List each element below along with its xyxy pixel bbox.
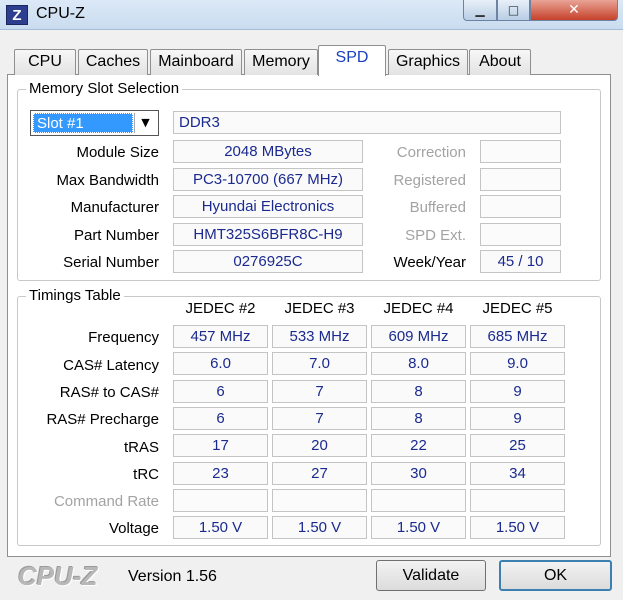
spd-ext-value xyxy=(480,223,561,246)
frequency-jedec-5: 685 MHz xyxy=(470,325,565,348)
voltage-jedec-2: 1.50 V xyxy=(173,516,268,539)
tras-jedec-2: 17 xyxy=(173,434,268,457)
week-year-label: Week/Year xyxy=(393,254,466,271)
tras-label: tRAS xyxy=(123,439,159,456)
tras-jedec-3: 20 xyxy=(272,434,367,457)
command-rate-jedec-3 xyxy=(272,489,367,512)
buffered-value xyxy=(480,195,561,218)
timings-table-title: Timings Table xyxy=(26,287,124,304)
ras-to-cas-label: RAS# to CAS# xyxy=(59,384,159,401)
memory-type-field: DDR3 xyxy=(173,111,561,134)
command-rate-jedec-2 xyxy=(173,489,268,512)
trc-jedec-5: 34 xyxy=(470,462,565,485)
command-rate-jedec-4 xyxy=(371,489,466,512)
slot-selected-value: Slot #1 xyxy=(33,113,133,133)
correction-value xyxy=(480,140,561,163)
version-label: Version 1.56 xyxy=(128,568,217,585)
registered-value xyxy=(480,168,561,191)
module-size-value: 2048 MBytes xyxy=(173,140,363,163)
frequency-jedec-2: 457 MHz xyxy=(173,325,268,348)
voltage-jedec-5: 1.50 V xyxy=(470,516,565,539)
tab-mainboard[interactable]: Mainboard xyxy=(150,49,242,75)
part-number-label: Part Number xyxy=(73,227,159,244)
tras-jedec-5: 25 xyxy=(470,434,565,457)
max-bandwidth-label: Max Bandwidth xyxy=(56,172,159,189)
spd-ext-label: SPD Ext. xyxy=(405,227,466,244)
cas-latency-jedec-3: 7.0 xyxy=(272,352,367,375)
manufacturer-value: Hyundai Electronics xyxy=(173,195,363,218)
command-rate-jedec-5 xyxy=(470,489,565,512)
tab-cpu[interactable]: CPU xyxy=(14,49,76,75)
column-header-jedec-5: JEDEC #5 xyxy=(482,300,553,317)
chevron-down-icon[interactable]: ▼ xyxy=(134,113,156,133)
cpuz-logo: CPU-Z xyxy=(18,561,98,591)
column-header-jedec-4: JEDEC #4 xyxy=(383,300,454,317)
voltage-label: Voltage xyxy=(108,520,159,537)
trc-label: tRC xyxy=(133,466,159,483)
voltage-jedec-4: 1.50 V xyxy=(371,516,466,539)
minimize-button[interactable]: ▁ xyxy=(463,0,497,21)
validate-button[interactable]: Validate xyxy=(376,560,486,591)
serial-number-label: Serial Number xyxy=(63,254,159,271)
maximize-button[interactable]: □ xyxy=(497,0,530,21)
cas-latency-label: CAS# Latency xyxy=(63,357,159,374)
serial-number-value: 0276925C xyxy=(173,250,363,273)
column-header-jedec-3: JEDEC #3 xyxy=(284,300,355,317)
ras-to-cas-jedec-5: 9 xyxy=(470,380,565,403)
correction-label: Correction xyxy=(396,144,466,161)
ras-precharge-jedec-4: 8 xyxy=(371,407,466,430)
cas-latency-jedec-5: 9.0 xyxy=(470,352,565,375)
tab-memory[interactable]: Memory xyxy=(244,49,318,75)
tras-jedec-4: 22 xyxy=(371,434,466,457)
buffered-label: Buffered xyxy=(409,199,466,216)
ok-button[interactable]: OK xyxy=(499,560,612,591)
frequency-jedec-3: 533 MHz xyxy=(272,325,367,348)
manufacturer-label: Manufacturer xyxy=(70,199,159,216)
registered-label: Registered xyxy=(393,172,466,189)
ras-to-cas-jedec-4: 8 xyxy=(371,380,466,403)
ras-to-cas-jedec-3: 7 xyxy=(272,380,367,403)
ras-to-cas-jedec-2: 6 xyxy=(173,380,268,403)
column-header-jedec-2: JEDEC #2 xyxy=(185,300,256,317)
tab-spd[interactable]: SPD xyxy=(318,45,386,76)
slot-dropdown[interactable]: Slot #1 ▼ xyxy=(30,110,159,136)
cas-latency-jedec-4: 8.0 xyxy=(371,352,466,375)
memory-slot-selection-title: Memory Slot Selection xyxy=(26,80,183,97)
ras-precharge-label: RAS# Precharge xyxy=(46,411,159,428)
tab-graphics[interactable]: Graphics xyxy=(388,49,468,75)
frequency-label: Frequency xyxy=(88,329,159,346)
max-bandwidth-value: PC3-10700 (667 MHz) xyxy=(173,168,363,191)
frequency-jedec-4: 609 MHz xyxy=(371,325,466,348)
title-bar[interactable]: Z CPU-Z ▁ □ ✕ xyxy=(0,0,623,30)
trc-jedec-4: 30 xyxy=(371,462,466,485)
tab-about[interactable]: About xyxy=(469,49,531,75)
part-number-value: HMT325S6BFR8C-H9 xyxy=(173,223,363,246)
cpuz-app-icon[interactable]: Z xyxy=(6,5,28,25)
cas-latency-jedec-2: 6.0 xyxy=(173,352,268,375)
close-button[interactable]: ✕ xyxy=(530,0,618,21)
tab-caches[interactable]: Caches xyxy=(78,49,148,75)
command-rate-label: Command Rate xyxy=(53,493,159,510)
ras-precharge-jedec-3: 7 xyxy=(272,407,367,430)
ras-precharge-jedec-5: 9 xyxy=(470,407,565,430)
voltage-jedec-3: 1.50 V xyxy=(272,516,367,539)
window-title: CPU-Z xyxy=(36,5,85,22)
trc-jedec-3: 27 xyxy=(272,462,367,485)
module-size-label: Module Size xyxy=(76,144,159,161)
ras-precharge-jedec-2: 6 xyxy=(173,407,268,430)
week-year-value: 45 / 10 xyxy=(480,250,561,273)
trc-jedec-2: 23 xyxy=(173,462,268,485)
